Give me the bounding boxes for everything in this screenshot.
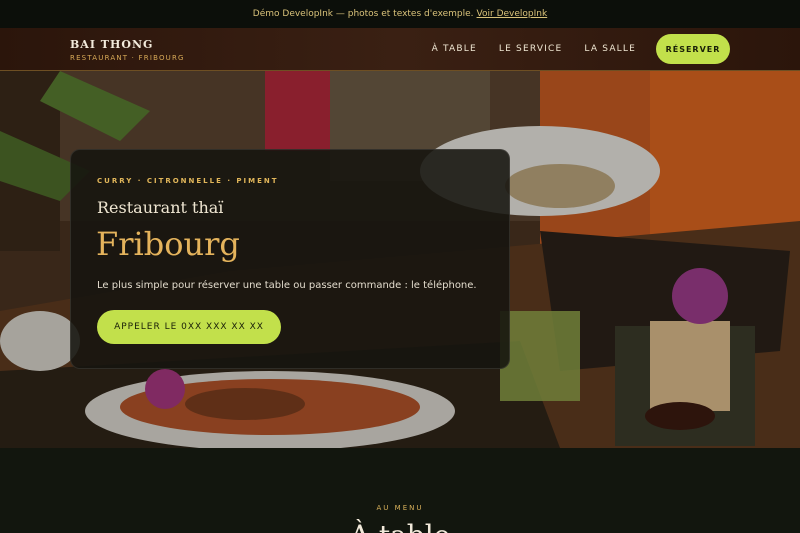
menu-section: AU MENU À table <box>0 448 800 533</box>
main-nav: À TABLE LE SERVICE LA SALLE RÉSERVER <box>410 34 730 64</box>
hero-lead: Le plus simple pour réserver une table o… <box>97 280 477 291</box>
brand-name: BAI THONG <box>70 38 154 51</box>
nav-item-la-salle[interactable]: LA SALLE <box>584 44 636 54</box>
nav-item-a-table[interactable]: À TABLE <box>432 44 477 54</box>
nav-item-le-service[interactable]: LE SERVICE <box>499 44 563 54</box>
section-label: AU MENU <box>376 504 424 512</box>
brand-logo[interactable]: BAI THONG RESTAURANT · FRIBOURG <box>70 38 185 62</box>
hero-eyebrow: CURRY · CITRONNELLE · PIMENT <box>97 177 279 185</box>
brand-subtitle: RESTAURANT · FRIBOURG <box>70 54 185 62</box>
hero-card: CURRY · CITRONNELLE · PIMENT Restaurant … <box>70 149 510 369</box>
reserve-button[interactable]: RÉSERVER <box>656 34 730 64</box>
hero-title: Fribourg <box>96 225 240 263</box>
site-header: BAI THONG RESTAURANT · FRIBOURG À TABLE … <box>0 28 800 71</box>
demo-banner: Démo DevelopInk — photos et textes d'exe… <box>0 0 800 28</box>
demo-banner-text: Démo DevelopInk — photos et textes d'exe… <box>252 9 474 19</box>
hero-kicker: Restaurant thaï <box>97 198 224 217</box>
section-heading: À table <box>0 519 800 533</box>
demo-banner-link[interactable]: Voir DevelopInk <box>477 9 548 19</box>
call-button[interactable]: APPELER LE 0XX XXX XX XX <box>97 310 281 344</box>
